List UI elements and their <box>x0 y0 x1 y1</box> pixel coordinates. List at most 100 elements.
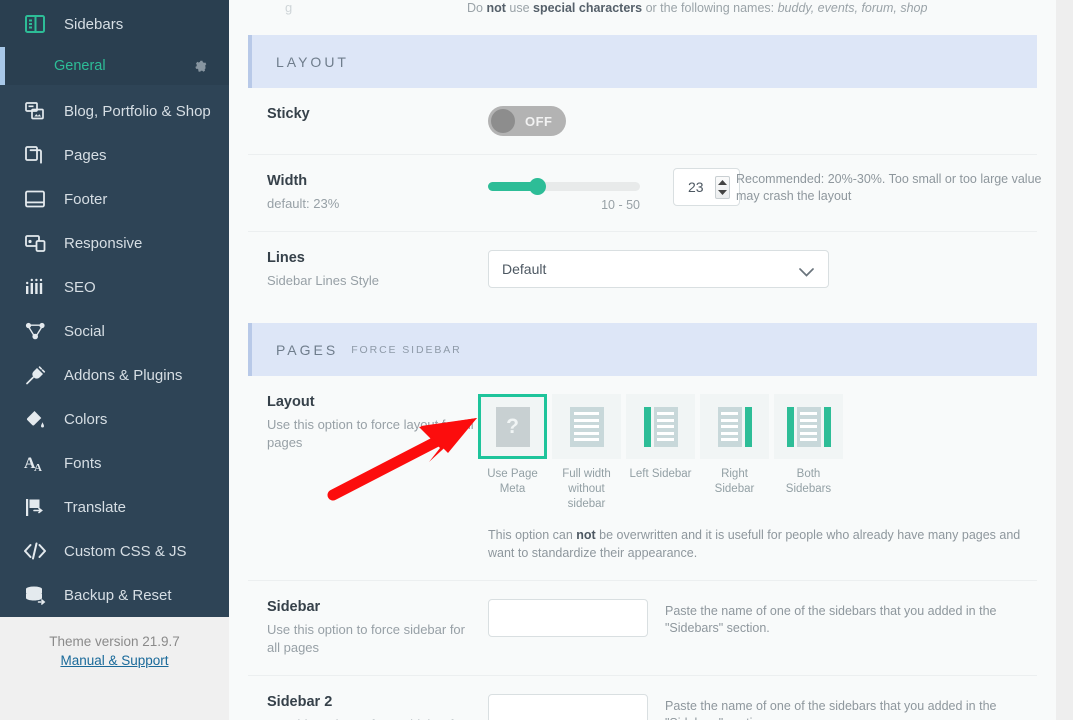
layout-option-both-sidebars[interactable]: Both Sidebars <box>774 394 843 512</box>
active-accent-bar <box>0 47 5 85</box>
sidebar-field-label-col: Sidebar Use this option to force sidebar… <box>267 599 488 657</box>
svg-text:A: A <box>34 462 42 473</box>
sidebar-nav: Sidebars General Blog, Portfolio & Shop <box>0 0 229 720</box>
sidebar-item-colors[interactable]: Colors <box>0 397 229 441</box>
slider-handle[interactable] <box>529 178 547 195</box>
layout-option-label: Layout <box>267 394 315 410</box>
sidebar-text-input[interactable] <box>488 599 648 637</box>
sidebar2-field-col: Paste the name of one of the sidebars th… <box>488 694 1037 720</box>
sidebar-item-pages[interactable]: Pages <box>0 133 229 177</box>
paint-bucket-icon <box>22 408 48 430</box>
chevron-down-icon <box>799 264 814 282</box>
sidebar-item-custom-css-js[interactable]: Custom CSS & JS <box>0 529 229 573</box>
section-header-pages: PAGES FORCE SIDEBAR <box>248 323 1037 376</box>
section-header-layout: LAYOUT <box>248 35 1037 88</box>
blog-icon <box>22 100 48 122</box>
layout-option-caption: Use Page Meta <box>487 468 538 495</box>
width-default-text: default: 23% <box>267 196 340 211</box>
layout-label-col: Layout Use this option to force layout f… <box>267 394 488 562</box>
sticky-label-col: Sticky <box>267 106 488 136</box>
theme-version-text: Theme version 21.9.7 <box>49 634 180 649</box>
layout-option-right-sidebar[interactable]: Right Sidebar <box>700 394 769 512</box>
section-title: PAGES <box>276 341 339 358</box>
sidebar-item-label: Custom CSS & JS <box>64 542 187 560</box>
question-glyph: ? <box>495 406 530 447</box>
row-sidebar2-field: Sidebar 2 Use this option to force sideb… <box>248 676 1037 720</box>
sidebar-item-translate[interactable]: Translate <box>0 485 229 529</box>
toggle-knob <box>491 109 515 133</box>
layout-option-use-page-meta[interactable]: ? Use Page Meta <box>478 394 547 512</box>
sidebar-item-sidebars[interactable]: Sidebars <box>0 1 229 47</box>
sidebar-item-label: Pages <box>64 146 107 164</box>
width-number-input[interactable]: 23 <box>673 168 740 206</box>
sidebar2-field-sub: Use this option to force sidebar for all… <box>267 716 474 720</box>
special-characters-note: Do not use special characters or the fol… <box>467 1 928 15</box>
toggle-state-label: OFF <box>525 113 553 129</box>
width-label-col: Width default: 23% <box>267 173 488 213</box>
sidebar-item-general[interactable]: General <box>0 47 229 85</box>
row-lines: Lines Sidebar Lines Style Default <box>248 232 1037 308</box>
lines-label-col: Lines Sidebar Lines Style <box>267 250 488 290</box>
section-title: LAYOUT <box>276 53 349 70</box>
width-hint: Recommended: 20%-30%. Too small or too l… <box>736 172 1042 203</box>
options-panel: g Do not use special characters or the f… <box>229 0 1056 720</box>
lines-sub-label: Sidebar Lines Style <box>267 273 380 288</box>
sidebar-item-list: Blog, Portfolio & Shop Pages Footer Resp… <box>0 85 229 617</box>
gear-icon[interactable] <box>193 59 207 73</box>
sticky-toggle[interactable]: OFF <box>488 106 566 136</box>
sidebar-item-label: Addons & Plugins <box>64 366 183 384</box>
sidebar-item-blog-portfolio-shop[interactable]: Blog, Portfolio & Shop <box>0 89 229 133</box>
lines-field-col: Default <box>488 250 1037 290</box>
sidebar-item-label: Social <box>64 322 105 340</box>
spinner-arrows[interactable] <box>715 176 730 199</box>
sidebar-item-label: Translate <box>64 498 126 516</box>
sidebar-subitem-label: General <box>54 58 106 74</box>
code-icon <box>22 540 48 562</box>
top-partial-note: g Do not use special characters or the f… <box>248 0 1037 20</box>
sidebar-item-fonts[interactable]: AA Fonts <box>0 441 229 485</box>
sidebar-item-label: Sidebars <box>64 15 124 33</box>
sidebar-item-responsive[interactable]: Responsive <box>0 221 229 265</box>
thumbnail-box <box>626 394 695 459</box>
sidebar2-field-hint: Paste the name of one of the sidebars th… <box>665 699 997 720</box>
layout-option-sub: Use this option to force layout for all … <box>267 417 474 450</box>
sidebar-footer: Theme version 21.9.7 Manual & Support <box>0 617 229 720</box>
section-subtitle: FORCE SIDEBAR <box>351 343 462 356</box>
sidebar2-text-input[interactable] <box>488 694 648 720</box>
layout-option-left-sidebar[interactable]: Left Sidebar <box>626 394 695 512</box>
layout-thumbnail-list: ? Use Page Meta Full width without sideb… <box>478 394 1037 512</box>
layout-option-note: This option can not be overwritten and i… <box>488 528 1021 560</box>
footer-icon <box>22 188 48 210</box>
sidebar-item-seo[interactable]: SEO <box>0 265 229 309</box>
thumbnail-box <box>774 394 843 459</box>
sticky-label: Sticky <box>267 106 310 122</box>
sidebar-field-col: Paste the name of one of the sidebars th… <box>488 599 1037 657</box>
manual-support-link[interactable]: Manual & Support <box>60 653 168 668</box>
width-value: 23 <box>688 179 704 195</box>
theme-options-screen: Sidebars General Blog, Portfolio & Shop <box>0 0 1073 720</box>
seo-icon <box>22 276 48 298</box>
sidebar-field-label: Sidebar <box>267 599 321 615</box>
sidebar-item-social[interactable]: Social <box>0 309 229 353</box>
sidebar-item-addons-plugins[interactable]: Addons & Plugins <box>0 353 229 397</box>
chevron-up-icon <box>718 179 727 185</box>
row-width: Width default: 23% 10 - 50 23 Recommende… <box>248 155 1042 232</box>
sticky-field-col: OFF <box>488 106 1037 136</box>
width-field-col: 10 - 50 23 Recommended: 20%-30%. Too sma… <box>488 168 1042 213</box>
sidebar-item-label: Colors <box>64 410 108 428</box>
lines-label: Lines <box>267 250 305 266</box>
layout-option-caption: Left Sidebar <box>629 468 692 480</box>
layout-option-caption: Both Sidebars <box>785 468 832 495</box>
sidebar-active-group: Sidebars General <box>0 0 229 85</box>
full-width-glyph <box>569 406 604 447</box>
sidebar-item-label: Backup & Reset <box>64 586 172 604</box>
sidebars-icon <box>22 13 48 35</box>
sidebar2-field-label: Sidebar 2 <box>267 694 333 710</box>
layout-option-full-width[interactable]: Full width without sidebar <box>552 394 621 512</box>
sidebar-item-footer[interactable]: Footer <box>0 177 229 221</box>
sidebar-item-backup-reset[interactable]: Backup & Reset <box>0 573 229 617</box>
slider-range-label: 10 - 50 <box>601 198 640 212</box>
lines-select[interactable]: Default <box>488 250 829 288</box>
width-label: Width <box>267 173 308 189</box>
width-slider[interactable]: 10 - 50 <box>488 178 640 212</box>
